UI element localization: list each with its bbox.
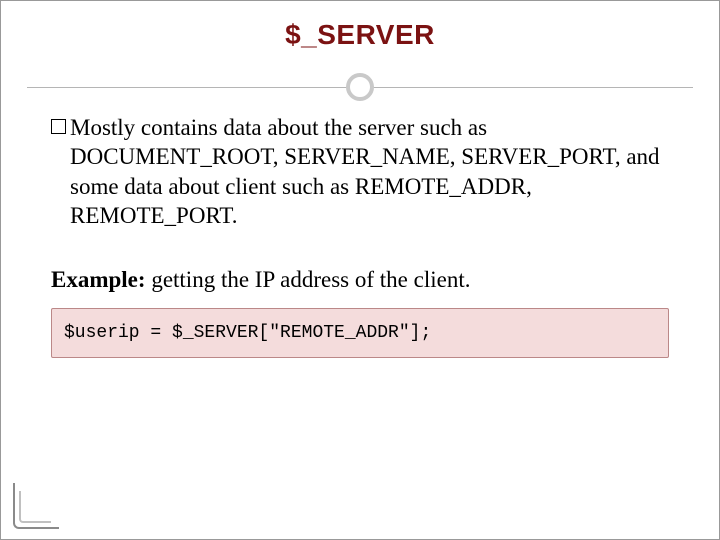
slide: $_SERVER Mostly contains data about the … [0,0,720,540]
bullet-text: Mostly contains data about the server su… [70,113,669,231]
corner-decoration-icon [13,485,57,529]
example-label: Example: [51,267,146,292]
example-text: getting the IP address of the client. [146,267,471,292]
bullet-item: Mostly contains data about the server su… [51,113,669,231]
divider-circle-icon [346,73,374,101]
code-block: $userip = $_SERVER["REMOTE_ADDR"]; [51,308,669,358]
content-area: Mostly contains data about the server su… [1,103,719,294]
example-line: Example: getting the IP address of the c… [51,265,669,294]
bullet-square-icon [51,119,66,134]
page-title: $_SERVER [1,19,719,51]
title-divider [1,73,719,103]
